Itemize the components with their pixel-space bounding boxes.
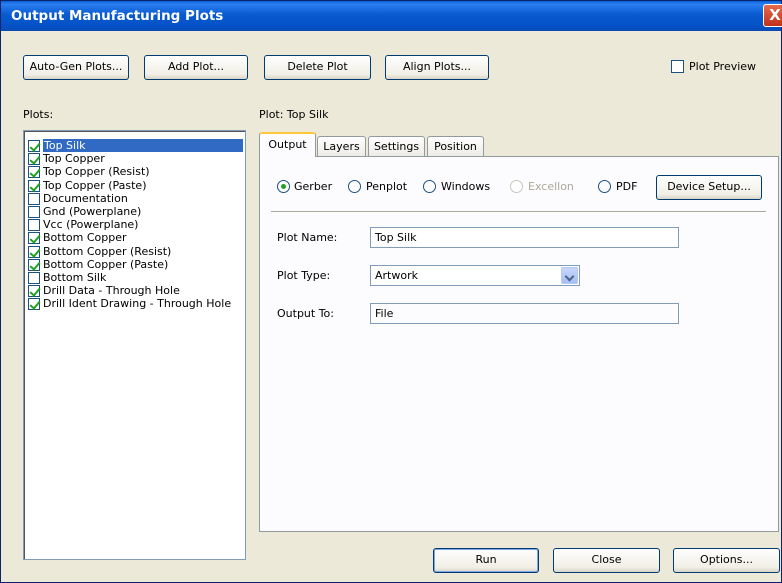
align-plots-button[interactable]: Align Plots... [385, 55, 489, 80]
list-item[interactable]: Gnd (Powerplane) [27, 205, 244, 219]
plot-enabled-checkbox[interactable] [28, 166, 40, 179]
penplot-radio[interactable] [348, 180, 361, 193]
plot-enabled-checkbox[interactable] [28, 245, 40, 258]
plot-enabled-checkbox[interactable] [28, 206, 40, 218]
window-title: Output Manufacturing Plots [11, 8, 224, 24]
plot-item-label: Top Copper (Resist) [43, 165, 150, 179]
tab-output[interactable]: Output [259, 132, 316, 157]
plot-item-label: Bottom Copper [43, 231, 127, 245]
delete-plot-button[interactable]: Delete Plot [264, 55, 371, 80]
auto-gen-plots-button[interactable]: Auto-Gen Plots... [23, 55, 129, 80]
list-item[interactable]: Bottom Copper (Paste) [27, 257, 244, 272]
list-item[interactable]: Bottom Silk [27, 271, 244, 285]
plot-enabled-checkbox[interactable] [28, 285, 40, 298]
plot-item-label: Documentation [43, 191, 128, 205]
pdf-label: PDF [616, 180, 638, 193]
plot-item-label: Bottom Copper (Paste) [43, 257, 169, 271]
list-item[interactable]: Vcc (Powerplane) [27, 218, 244, 232]
windows-radio[interactable] [423, 180, 436, 193]
list-item[interactable]: Bottom Copper [27, 231, 244, 245]
plot-enabled-checkbox[interactable] [28, 179, 40, 192]
title-bar: Output Manufacturing Plots X [1, 1, 782, 31]
list-item[interactable]: Drill Data - Through Hole [27, 284, 244, 298]
excellon-label: Excellon [528, 180, 574, 193]
plot-enabled-checkbox[interactable] [28, 272, 40, 284]
run-button[interactable]: Run [433, 548, 539, 573]
plot-enabled-checkbox[interactable] [28, 298, 40, 311]
output-to-label: Output To: [277, 307, 334, 320]
plot-enabled-checkbox[interactable] [28, 140, 40, 152]
close-button[interactable]: Close [553, 548, 660, 573]
plot-type-value: Artwork [375, 269, 418, 282]
plot-item-label: Vcc (Powerplane) [43, 218, 139, 232]
plot-item-label: Gnd (Powerplane) [43, 205, 142, 218]
list-item[interactable]: Drill Ident Drawing - Through Hole [27, 297, 244, 311]
options-button[interactable]: Options... [673, 548, 780, 573]
plot-type-label: Plot Type: [277, 269, 331, 282]
plot-name-input[interactable]: Top Silk [370, 227, 679, 248]
plot-item-label: Top Copper [43, 152, 105, 166]
tab-position[interactable]: Position [427, 136, 484, 157]
plot-name-label: Plot Name: [277, 231, 338, 244]
output-manufacturing-plots-dialog: Output Manufacturing Plots X Auto-Gen Pl… [0, 0, 782, 583]
plot-enabled-checkbox[interactable] [28, 219, 40, 232]
plot-type-select[interactable]: Artwork [370, 265, 580, 286]
plot-item-label: Bottom Copper (Resist) [43, 244, 172, 258]
chevron-down-icon[interactable] [561, 267, 578, 284]
list-item[interactable]: Documentation [27, 191, 244, 206]
plot-heading: Plot: Top Silk [259, 108, 329, 121]
plots-label: Plots: [23, 108, 54, 121]
plot-item-label: Top Copper (Paste) [43, 178, 147, 192]
plot-enabled-checkbox[interactable] [28, 232, 40, 245]
gerber-radio[interactable] [277, 180, 290, 193]
gerber-label: Gerber [294, 180, 333, 193]
plot-item-label: Drill Ident Drawing - Through Hole [43, 297, 232, 311]
device-setup-button[interactable]: Device Setup... [656, 175, 762, 200]
plot-enabled-checkbox[interactable] [28, 258, 40, 271]
pdf-radio[interactable] [598, 180, 611, 193]
plot-preview-checkbox[interactable] [671, 60, 684, 73]
output-to-field[interactable]: File [370, 303, 679, 324]
tab-settings[interactable]: Settings [368, 136, 425, 157]
plot-item-label: Top Silk [43, 139, 243, 152]
list-item[interactable]: Top Copper (Paste) [27, 178, 244, 193]
plot-enabled-checkbox[interactable] [28, 153, 40, 166]
separator [271, 211, 766, 213]
penplot-label: Penplot [366, 180, 408, 193]
list-item[interactable]: Top Copper (Resist) [27, 165, 244, 179]
close-icon[interactable]: X [763, 4, 782, 27]
plot-enabled-checkbox[interactable] [28, 192, 40, 205]
tab-layers[interactable]: Layers [317, 136, 366, 157]
plot-preview-label: Plot Preview [689, 60, 757, 73]
list-item[interactable]: Bottom Copper (Resist) [27, 244, 244, 259]
list-item[interactable]: Top Copper [27, 152, 244, 166]
windows-label: Windows [441, 180, 491, 193]
excellon-radio [510, 180, 523, 193]
plot-item-label: Bottom Silk [43, 271, 107, 284]
plot-item-label: Drill Data - Through Hole [43, 284, 180, 298]
add-plot-button[interactable]: Add Plot... [144, 55, 248, 80]
list-item[interactable]: Top Silk [27, 139, 244, 153]
plots-list[interactable]: Top Silk Top Copper Top Copper (Resist) Top… [23, 130, 246, 560]
